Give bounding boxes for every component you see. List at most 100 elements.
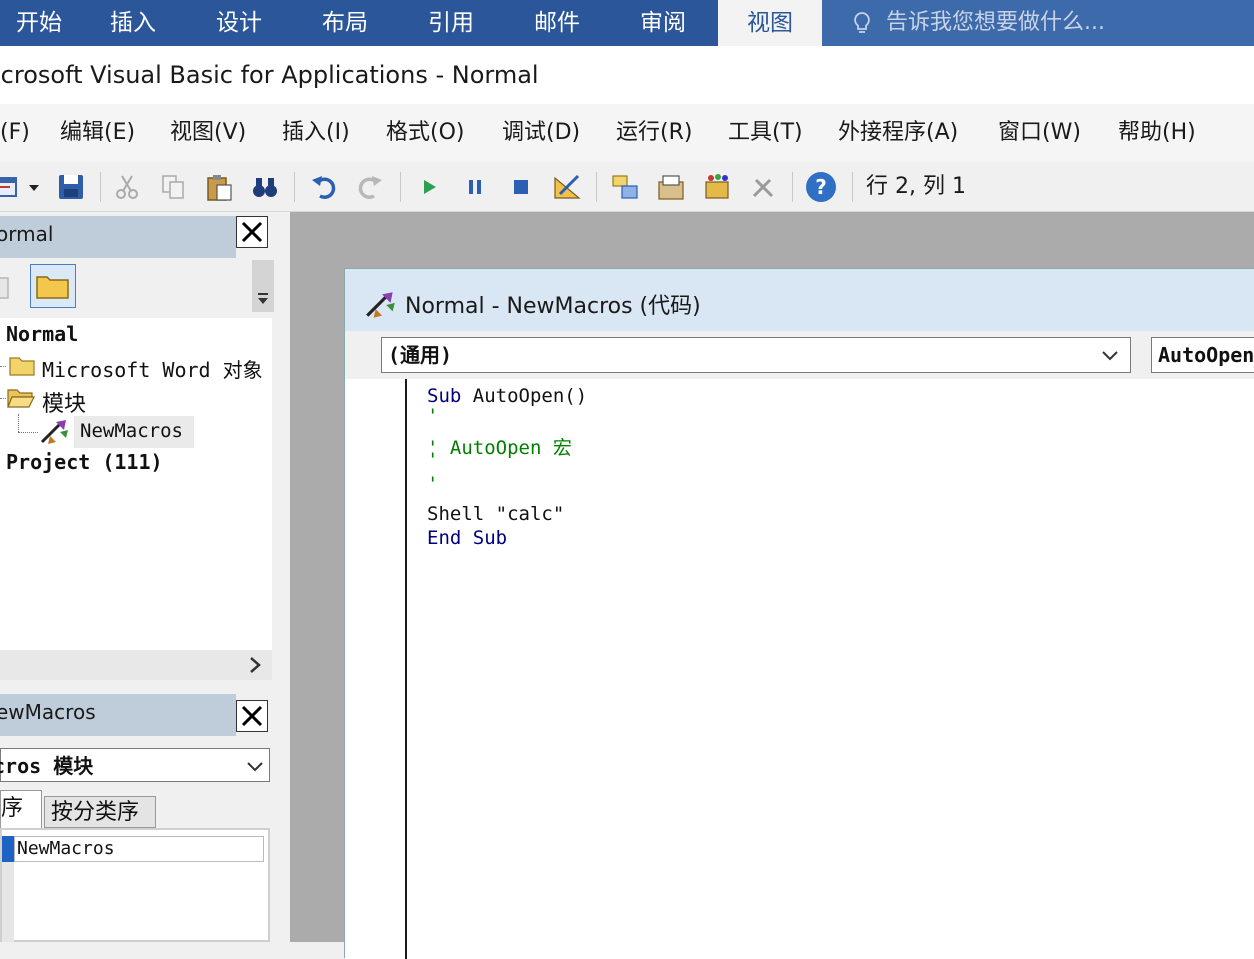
properties-selected-marker	[2, 836, 14, 862]
chevron-right-icon[interactable]	[244, 654, 266, 676]
find-icon[interactable]	[250, 172, 280, 202]
toolbar-separator	[294, 172, 295, 202]
copy-icon[interactable]	[158, 172, 188, 202]
close-icon	[241, 705, 263, 727]
code-margin-indicator-bar	[345, 379, 407, 959]
code-line-7: End Sub	[427, 527, 508, 549]
menu-edit[interactable]: 编辑(E)	[60, 104, 135, 162]
object-combo[interactable]: (通用)	[381, 337, 1131, 373]
run-icon[interactable]	[414, 172, 444, 202]
project-tree: Normal Microsoft Word 对象 模块 NewMacros Pr…	[0, 318, 272, 654]
menu-insert[interactable]: 插入(I)	[282, 104, 350, 162]
ribbon-tab-bar: 开始 插入 设计 布局 引用 邮件 审阅 视图 告诉我您想要做什么...	[0, 0, 1254, 46]
toolbar-separator	[100, 172, 101, 202]
project-pane-title: ormal	[0, 216, 236, 258]
properties-tab-alphabetic[interactable]: 序	[0, 790, 42, 828]
menu-debug[interactable]: 调试(D)	[502, 104, 580, 162]
properties-row-name[interactable]: NewMacros	[14, 836, 264, 862]
code-line-4: '	[427, 449, 439, 471]
cursor-position: 行 2, 列 1	[866, 174, 966, 199]
properties-tab-categorized-label: 按分类序	[51, 800, 140, 825]
tell-me-text: 告诉我您想要做什么...	[886, 10, 1105, 35]
toolbar-separator	[400, 172, 401, 202]
project-pane-toolbar	[0, 260, 276, 316]
tell-me-box[interactable]: 告诉我您想要做什么...	[822, 0, 1254, 46]
tree-node-project-111[interactable]: Project (111)	[6, 450, 163, 474]
ribbon-tab-layout[interactable]: 布局	[292, 0, 398, 46]
properties-object-select[interactable]: cros 模块	[0, 748, 270, 782]
code-editor[interactable]: Sub AutoOpen() ' ' AutoOpen 宏 ' ' Shell …	[345, 379, 1254, 959]
properties-icon[interactable]	[656, 172, 686, 202]
view-code-icon[interactable]	[0, 272, 12, 304]
module-icon	[366, 292, 395, 318]
menu-window[interactable]: 窗口(W)	[998, 104, 1081, 162]
object-browser-icon[interactable]	[702, 172, 732, 202]
help-icon[interactable]: ?	[804, 170, 838, 204]
properties-object-value: cros 模块	[0, 754, 94, 778]
project-pane-close-button[interactable]	[236, 216, 268, 248]
folder-icon	[9, 357, 35, 376]
ribbon-tab-design[interactable]: 设计	[186, 0, 292, 46]
procedure-combo[interactable]: AutoOpen	[1151, 337, 1254, 373]
save-icon[interactable]	[56, 172, 86, 202]
ribbon-tab-review[interactable]: 审阅	[610, 0, 716, 46]
toolbox-icon[interactable]	[748, 172, 778, 202]
menu-bar: (F) 编辑(E) 视图(V) 插入(I) 格式(O) 调试(D) 运行(R) …	[0, 104, 1254, 162]
project-explorer-icon[interactable]	[610, 172, 640, 202]
code-window-titlebar[interactable]: Normal - NewMacros (代码)	[345, 269, 1254, 331]
pause-icon[interactable]	[460, 172, 490, 202]
ribbon-tab-references[interactable]: 引用	[398, 0, 504, 46]
undo-icon[interactable]	[310, 172, 340, 202]
paste-icon[interactable]	[204, 172, 234, 202]
tree-node-modules[interactable]: 模块	[42, 386, 86, 418]
properties-tab-categorized[interactable]: 按分类序	[44, 796, 156, 828]
vba-title-bar: icrosoft Visual Basic for Applications -…	[0, 46, 1254, 104]
tree-connector	[18, 414, 20, 432]
ribbon-tab-view[interactable]: 视图	[718, 0, 822, 46]
menu-file[interactable]: (F)	[0, 104, 30, 162]
properties-row-name-value: NewMacros	[17, 838, 115, 859]
chevron-down-icon	[258, 293, 268, 304]
properties-pane-title: ewMacros	[0, 694, 236, 736]
code-keyword: Sub	[427, 385, 462, 407]
properties-pane-close-button[interactable]	[236, 700, 268, 732]
tree-node-normal[interactable]: Normal	[6, 322, 78, 346]
menu-addins[interactable]: 外接程序(A)	[838, 104, 958, 162]
menu-view[interactable]: 视图(V)	[170, 104, 246, 162]
redo-icon[interactable]	[354, 172, 384, 202]
standard-toolbar: ? 行 2, 列 1	[0, 162, 1254, 212]
tree-node-word-objects[interactable]: Microsoft Word 对象	[42, 354, 263, 383]
chevron-down-icon	[1102, 351, 1118, 361]
code-window: Normal - NewMacros (代码) (通用) AutoOpen Su…	[344, 268, 1254, 959]
code-line-6: Shell "calc"	[427, 503, 565, 525]
procedure-combo-value: AutoOpen	[1158, 343, 1254, 367]
svg-text:?: ?	[815, 175, 827, 199]
menu-format[interactable]: 格式(O)	[386, 104, 464, 162]
tree-node-newmacros[interactable]: NewMacros	[80, 420, 183, 442]
ribbon-tab-home[interactable]: 开始	[0, 0, 78, 46]
code-line-5: '	[427, 473, 439, 495]
menu-help[interactable]: 帮助(H)	[1118, 104, 1196, 162]
code-line-1: Sub AutoOpen()	[427, 385, 587, 407]
cut-icon[interactable]	[112, 172, 142, 202]
menu-tools[interactable]: 工具(T)	[728, 104, 803, 162]
tree-connector	[0, 366, 6, 368]
project-explorer-pane: ormal Normal Microsoft Word 对象 模块 NewMac…	[0, 212, 278, 682]
ribbon-tab-mailings[interactable]: 邮件	[504, 0, 610, 46]
close-icon	[241, 221, 263, 243]
toolbar-separator	[792, 172, 793, 202]
toggle-folders-button[interactable]	[30, 264, 76, 308]
code-line-3: ' AutoOpen 宏	[427, 437, 572, 459]
open-folder-icon	[7, 389, 35, 408]
project-tree-hscrollbar[interactable]	[0, 650, 272, 680]
ribbon-tab-insert[interactable]: 插入	[80, 0, 186, 46]
project-pane-toolbar-scroll[interactable]	[252, 260, 274, 312]
menu-run[interactable]: 运行(R)	[616, 104, 692, 162]
toolbar-separator	[596, 172, 597, 202]
view-word-icon[interactable]	[0, 172, 22, 202]
design-mode-icon[interactable]	[552, 172, 582, 202]
toolbar-separator	[852, 172, 853, 202]
dropdown-arrow-icon[interactable]	[26, 172, 42, 202]
stop-icon[interactable]	[506, 172, 536, 202]
tree-connector	[18, 432, 38, 434]
